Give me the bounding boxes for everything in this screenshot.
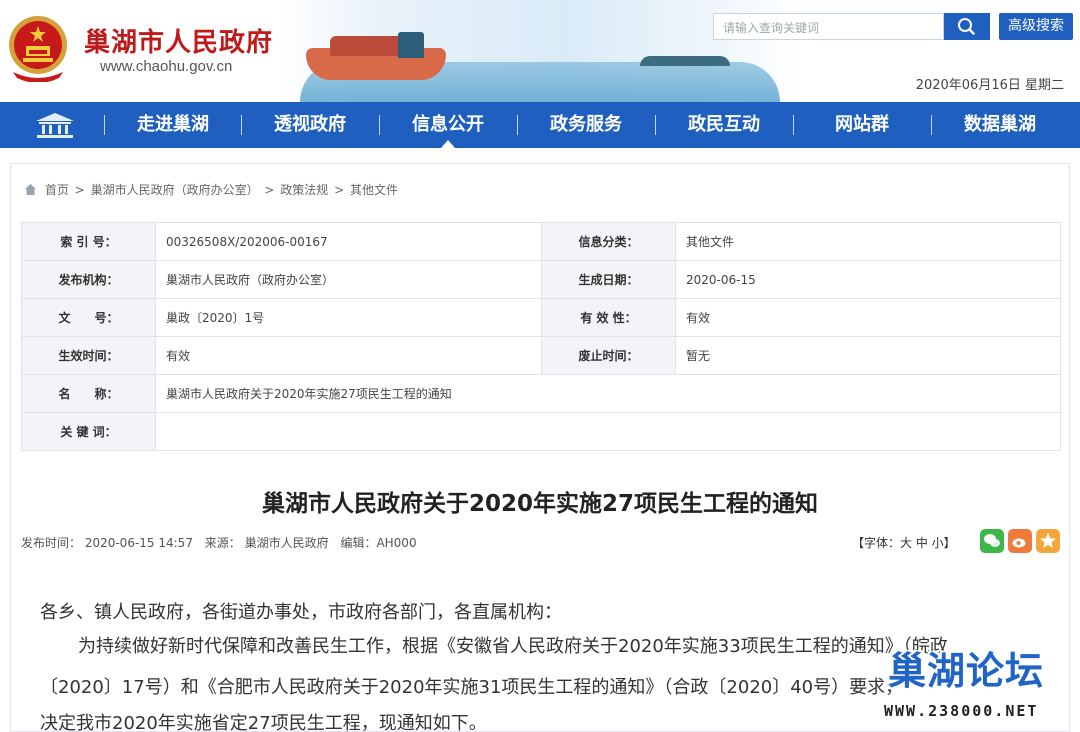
table-row: 文 号： 巢政〔2020〕1号 有 效 性： 有效 <box>21 298 1061 337</box>
nav-item-zhengwu[interactable]: 政务服务 <box>531 102 641 148</box>
breadcrumb-gov-office[interactable]: 巢湖市人民政府（政府办公室） <box>91 183 259 197</box>
name-value: 巢湖市人民政府关于2020年实施27项民生工程的通知 <box>155 374 1061 413</box>
validity-label: 有 效 性： <box>541 298 676 337</box>
article-paragraph: 决定我市2020年实施省定27项民生工程，现通知如下。 <box>40 713 487 732</box>
watermark-title: 巢湖论坛 <box>888 649 1045 693</box>
docno-label: 文 号： <box>21 298 156 337</box>
keywords-label: 关 键 词： <box>21 412 156 451</box>
article-title: 巢湖市人民政府关于2020年实施27项民生工程的通知 <box>261 491 819 517</box>
docno-value: 巢政〔2020〕1号 <box>155 298 542 337</box>
weibo-icon <box>1012 538 1026 548</box>
index-value: 00326508X/202006-00167 <box>155 222 542 261</box>
article-paragraph: 各乡、镇人民政府，各街道办事处，市政府各部门，各直属机构： <box>40 602 562 623</box>
table-row: 发布机构： 巢湖市人民政府（政府办公室） 生成日期： 2020-06-15 <box>21 260 1061 299</box>
created-value: 2020-06-15 <box>675 260 1061 299</box>
site-header: 巢湖市人民政府 www.chaohu.gov.cn 请输入查询关键词 高级搜索 … <box>0 0 1080 102</box>
publisher-value: 巢湖市人民政府（政府办公室） <box>155 260 542 299</box>
nav-item-wangzhanqun[interactable]: 网站群 <box>807 102 917 148</box>
nav-item-zhengmin[interactable]: 政民互动 <box>669 102 779 148</box>
search-button[interactable] <box>944 13 990 40</box>
wechat-share-button[interactable] <box>980 529 1004 553</box>
name-label: 名 称： <box>21 374 156 413</box>
star-icon <box>1040 533 1056 548</box>
nav-divider <box>241 115 242 135</box>
abolish-value: 暂无 <box>675 336 1061 375</box>
breadcrumb-policy[interactable]: 政策法规 <box>280 183 328 197</box>
advanced-search-button[interactable]: 高级搜索 <box>999 13 1073 40</box>
active-nav-caret <box>441 140 455 148</box>
abolish-label: 废止时间： <box>541 336 676 375</box>
table-row: 索 引 号： 00326508X/202006-00167 信息分类： 其他文件 <box>21 222 1061 261</box>
nav-item-toushi[interactable]: 透视政府 <box>255 102 365 148</box>
category-label: 信息分类： <box>541 222 676 261</box>
article-source: 来源： 巢湖市人民政府 <box>204 536 329 550</box>
wechat-icon <box>984 534 1000 547</box>
nav-divider <box>379 115 380 135</box>
effective-value: 有效 <box>155 336 542 375</box>
publish-time: 发布时间： 2020-06-15 14:57 <box>21 536 193 550</box>
publisher-label: 发布机构： <box>21 260 156 299</box>
created-label: 生成日期： <box>541 260 676 299</box>
article-paragraph: 〔2020〕17号）和《合肥市人民政府关于2020年实施31项民生工程的通知》（… <box>40 677 904 698</box>
favorite-button[interactable] <box>1036 529 1060 553</box>
document-meta-table: 索 引 号： 00326508X/202006-00167 信息分类： 其他文件… <box>21 222 1061 451</box>
home-icon <box>25 184 36 195</box>
keywords-value <box>155 412 1061 451</box>
article-paragraph: 为持续做好新时代保障和改善民生工作，根据《安徽省人民政府关于2020年实施33项… <box>78 636 948 657</box>
watermark-url: WWW.238000.NET <box>884 702 1039 720</box>
nav-divider <box>793 115 794 135</box>
breadcrumb-sep: > <box>264 183 275 197</box>
publish-info: 发布时间： 2020-06-15 14:57 来源： 巢湖市人民政府 编辑：AH… <box>21 534 425 551</box>
category-value: 其他文件 <box>675 222 1061 261</box>
search-input[interactable]: 请输入查询关键词 <box>713 13 944 40</box>
current-date: 2020年06月16日 星期二 <box>915 78 1064 93</box>
breadcrumb-sep: > <box>74 183 85 197</box>
nav-divider <box>517 115 518 135</box>
weibo-share-button[interactable] <box>1008 529 1032 553</box>
article-editor: 编辑：AH000 <box>340 536 417 550</box>
table-row: 名 称： 巢湖市人民政府关于2020年实施27项民生工程的通知 <box>21 374 1061 413</box>
banner-far-island <box>640 56 730 66</box>
breadcrumb: 首页 > 巢湖市人民政府（政府办公室） > 政策法规 > 其他文件 <box>24 181 400 198</box>
nav-item-zoujin[interactable]: 走进巢湖 <box>118 102 228 148</box>
breadcrumb-other-docs[interactable]: 其他文件 <box>350 183 398 197</box>
breadcrumb-home[interactable]: 首页 <box>45 183 69 197</box>
font-size-switch[interactable]: 【字体：大 中 小】 <box>852 534 956 551</box>
table-row: 生效时间： 有效 废止时间： 暂无 <box>21 336 1061 375</box>
nav-divider <box>104 115 105 135</box>
breadcrumb-sep: > <box>334 183 345 197</box>
main-nav: 走进巢湖 透视政府 信息公开 政务服务 政民互动 网站群 数据巢湖 <box>0 102 1080 148</box>
site-url: www.chaohu.gov.cn <box>100 58 233 75</box>
validity-value: 有效 <box>675 298 1061 337</box>
national-emblem-icon <box>9 16 67 82</box>
table-row: 关 键 词： <box>21 412 1061 451</box>
nav-divider <box>655 115 656 135</box>
nav-item-shuju[interactable]: 数据巢湖 <box>945 102 1055 148</box>
banner-tower <box>398 32 424 58</box>
search-icon <box>958 18 975 35</box>
site-title[interactable]: 巢湖市人民政府 <box>84 22 273 59</box>
nav-divider <box>931 115 932 135</box>
effective-label: 生效时间： <box>21 336 156 375</box>
index-label: 索 引 号： <box>21 222 156 261</box>
home-building-icon[interactable] <box>34 111 76 139</box>
